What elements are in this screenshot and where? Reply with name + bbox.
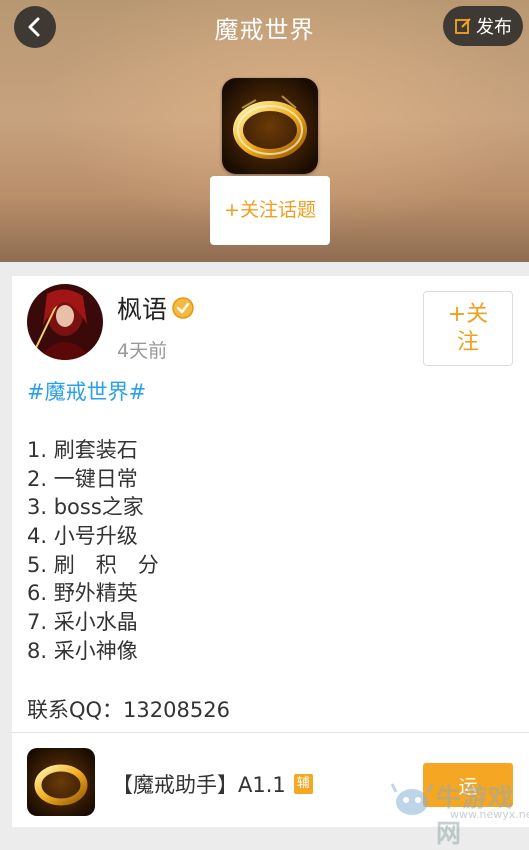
publish-button[interactable]: 发布 xyxy=(443,6,523,46)
list-item: 5. 刷 积 分 xyxy=(27,552,159,577)
post-card: 枫语 4天前 +关注 #魔戒世界# 1. 刷套装石 2. 一键日常 3. bos… xyxy=(12,276,529,827)
list-item: 1. 刷套装石 xyxy=(27,438,138,462)
assist-tag-badge: 辅 xyxy=(293,774,313,794)
app-ring-icon[interactable] xyxy=(27,748,95,816)
list-item: 6. 野外精英 xyxy=(27,581,138,606)
watermark-url: www.newyx.net xyxy=(450,808,529,821)
list-item: 7. 采小水晶 xyxy=(27,610,138,635)
topic-ring-icon xyxy=(222,78,318,174)
edit-icon xyxy=(455,18,471,34)
list-item: 4. 小号升级 xyxy=(27,524,138,549)
author-name: 枫语 xyxy=(117,295,168,324)
post-time: 4天前 xyxy=(117,340,168,362)
follow-topic-button[interactable]: +关注话题 xyxy=(210,176,330,245)
topic-header: 魔戒世界 发布 +关注话题 xyxy=(0,0,529,262)
hashtag-link[interactable]: #魔戒世界# xyxy=(27,376,146,406)
mascot-icon xyxy=(390,783,434,815)
verified-badge-icon xyxy=(172,297,194,319)
contact-info: 联系QQ：13208526 xyxy=(27,698,230,722)
username[interactable]: 枫语 xyxy=(117,290,195,326)
publish-label: 发布 xyxy=(476,17,512,38)
watermark: 牛游戏网 www.newyx.net xyxy=(386,770,529,848)
list-item: 8. 采小神像 xyxy=(27,638,138,663)
divider xyxy=(12,732,529,733)
list-item: 3. boss之家 xyxy=(27,495,144,520)
app-name[interactable]: 【魔戒助手】A1.1 辅 xyxy=(112,769,313,799)
avatar[interactable] xyxy=(27,284,103,360)
follow-user-button[interactable]: +关注 xyxy=(423,291,513,366)
feature-list: 1. 刷套装石 2. 一键日常 3. boss之家 4. 小号升级 5. 刷 积… xyxy=(27,436,159,666)
app-title: 【魔戒助手】A1.1 xyxy=(112,773,286,797)
list-item: 2. 一键日常 xyxy=(27,466,138,491)
